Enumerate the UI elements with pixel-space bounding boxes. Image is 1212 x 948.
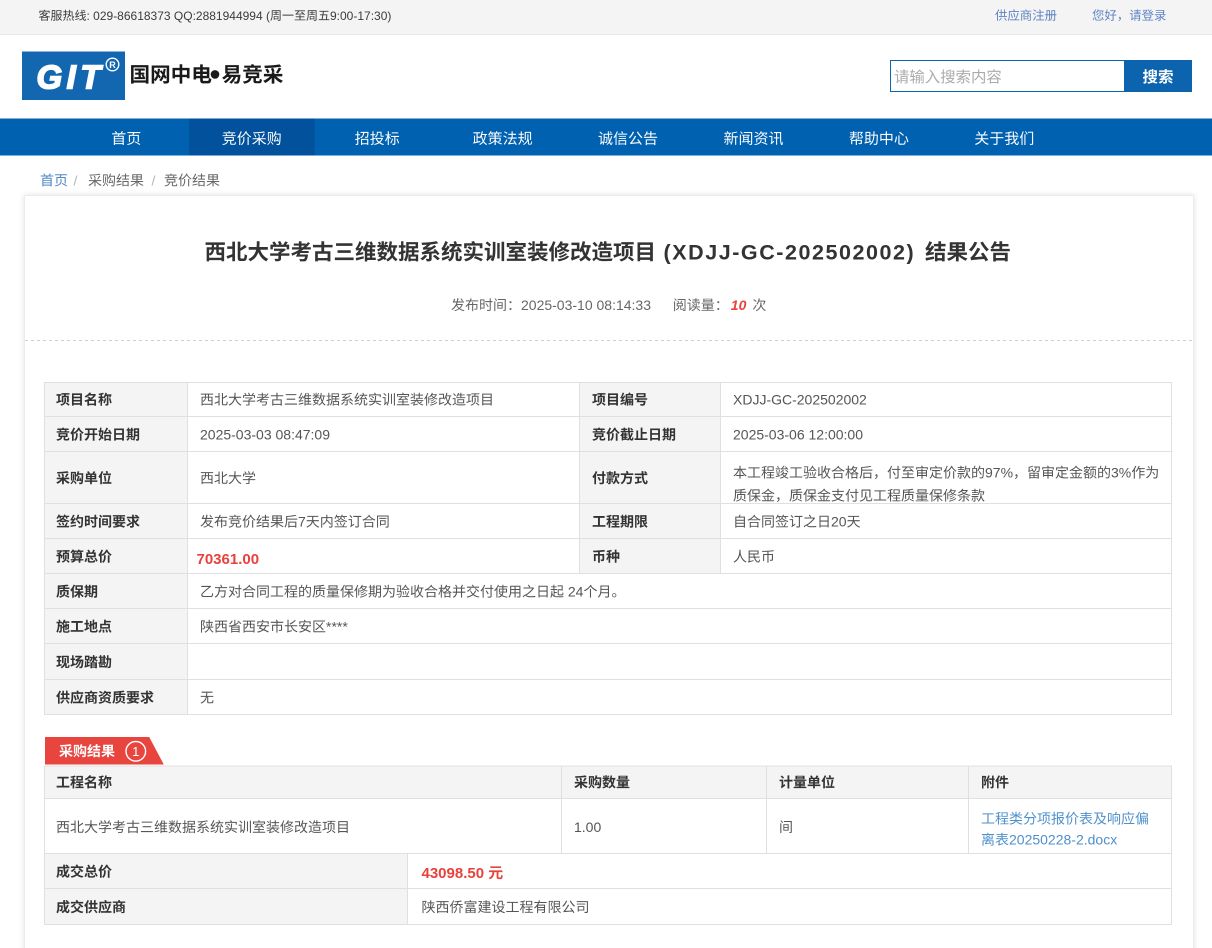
svg-text:2025-03-03 08:47:09: 2025-03-03 08:47:09 xyxy=(200,427,330,443)
svg-text:24: 24 xyxy=(564,584,584,600)
svg-text:R: R xyxy=(109,60,116,70)
svg-text:: 029-86618373 QQ:2881944994 (: : 029-86618373 QQ:2881944994 ( xyxy=(87,9,270,23)
svg-text:7: 7 xyxy=(298,514,306,530)
svg-text:/: / xyxy=(74,172,78,188)
svg-text:****: **** xyxy=(326,619,348,635)
svg-text:97%: 97% xyxy=(985,465,1013,481)
svg-text:20250228-2.docx: 20250228-2.docx xyxy=(1009,832,1117,848)
svg-text:/: / xyxy=(152,172,156,188)
svg-text:1.00: 1.00 xyxy=(574,819,601,835)
svg-text:3%: 3% xyxy=(1111,465,1131,481)
svg-text:(XDJJ-GC-202502002): (XDJJ-GC-202502002) xyxy=(656,241,923,265)
svg-text:XDJJ-GC-202502002: XDJJ-GC-202502002 xyxy=(733,392,867,408)
svg-text:20: 20 xyxy=(831,514,847,530)
svg-text:9:00-17:30): 9:00-17:30) xyxy=(330,9,391,23)
svg-text:GIT: GIT xyxy=(37,59,106,96)
svg-text:2025-03-06 12:00:00: 2025-03-06 12:00:00 xyxy=(733,427,863,443)
svg-text:10: 10 xyxy=(731,297,747,313)
svg-text:43098.50: 43098.50 xyxy=(422,865,489,882)
svg-text:1: 1 xyxy=(132,744,139,759)
svg-text:2025-03-10 08:14:33: 2025-03-10 08:14:33 xyxy=(521,297,651,313)
svg-text:70361.00: 70361.00 xyxy=(197,551,260,568)
